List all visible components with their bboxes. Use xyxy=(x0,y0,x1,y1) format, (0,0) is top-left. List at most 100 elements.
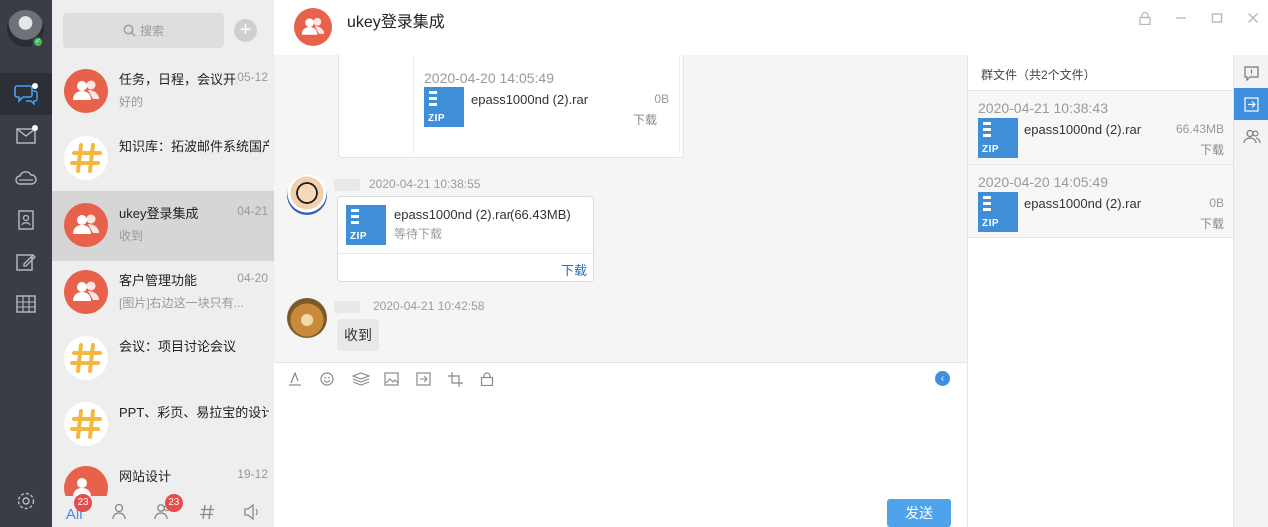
tab-all[interactable]: All 23 xyxy=(52,494,96,527)
lock-button[interactable] xyxy=(1135,8,1155,28)
search-input[interactable]: 搜索 xyxy=(63,13,224,48)
hash-icon xyxy=(70,409,102,439)
screenshot-button[interactable] xyxy=(448,371,480,387)
download-link[interactable]: 下载 xyxy=(561,260,587,279)
send-button[interactable]: 发送 xyxy=(887,499,951,527)
tab-group-files[interactable] xyxy=(1234,88,1268,120)
conversation-name: 客户管理功能 xyxy=(119,273,198,288)
message-list[interactable]: 2020-04-20 14:05:49 ZIP epass1000nd (2).… xyxy=(274,55,967,362)
group-avatar xyxy=(64,69,108,113)
unread-badge: 23 xyxy=(74,494,92,512)
send-file-icon xyxy=(416,372,431,386)
conversation-item[interactable]: 网站设计 19-12 xyxy=(52,454,274,496)
image-button[interactable] xyxy=(384,371,416,387)
conversation-item[interactable]: 知识库：拓波邮件系统国产化 xyxy=(52,124,274,194)
group-avatar xyxy=(64,203,108,247)
table-icon xyxy=(16,295,36,313)
image-icon xyxy=(384,372,399,386)
secure-message-button[interactable] xyxy=(480,371,512,387)
unread-dot xyxy=(32,83,38,89)
group-avatar xyxy=(64,466,108,496)
comment-icon xyxy=(1244,65,1259,81)
conversation-item[interactable]: 会议：项目讨论会议 xyxy=(52,324,274,394)
conversation-item[interactable]: PPT、彩页、易拉宝的设计与 xyxy=(52,390,274,460)
conversation-preview: 收到 xyxy=(119,229,144,243)
conversation-item[interactable]: 任务，日程，会议开发 05-12 好的 xyxy=(52,57,274,127)
nav-table[interactable] xyxy=(0,283,52,325)
compose-toolbar xyxy=(288,371,512,387)
file-name: epass1000nd (2).rar xyxy=(394,207,512,222)
conversation-name: 会议：项目讨论会议 xyxy=(119,339,237,354)
conversation-item-selected[interactable]: ukey登录集成 04-21 收到 xyxy=(52,191,274,261)
topic-avatar xyxy=(64,402,108,446)
online-status-icon: ✓ xyxy=(32,36,44,48)
download-link[interactable]: 下载 xyxy=(1200,141,1224,158)
forwarded-time: 2020-04-20 14:05:49 xyxy=(424,70,554,86)
minimize-button[interactable] xyxy=(1171,8,1191,28)
tab-people[interactable] xyxy=(96,496,140,527)
conversation-name: ukey登录集成 xyxy=(119,206,199,221)
collapse-panel-button[interactable]: ‹ xyxy=(935,371,950,386)
conversation-preview: 好的 xyxy=(119,95,144,109)
conversation-name: 网站设计 xyxy=(119,469,172,484)
maximize-icon xyxy=(1211,13,1223,23)
font-icon xyxy=(289,372,301,386)
sender-avatar[interactable] xyxy=(287,175,327,215)
conversation-item[interactable]: 客户管理功能 04-20 [图片]右边这一块只有... xyxy=(52,258,274,328)
add-conversation-button[interactable]: + xyxy=(234,19,257,42)
emoji-button[interactable] xyxy=(320,371,352,387)
compose-area[interactable]: ‹ 发送 xyxy=(274,362,967,527)
conversation-time: 19-12 xyxy=(237,467,268,481)
topic-avatar xyxy=(64,136,108,180)
chevron-left-icon: ‹ xyxy=(940,373,945,384)
nav-contacts[interactable] xyxy=(0,199,52,241)
gear-icon xyxy=(17,492,35,510)
group-avatar xyxy=(64,270,108,314)
forwarded-record-card[interactable]: 2020-04-20 14:05:49 ZIP epass1000nd (2).… xyxy=(338,55,684,158)
hash-icon xyxy=(70,143,102,173)
font-button[interactable] xyxy=(288,371,320,387)
sender-name-blurred xyxy=(334,301,360,313)
close-button[interactable] xyxy=(1243,8,1263,28)
text-message: 收到 xyxy=(337,319,379,351)
conversation-time: 04-21 xyxy=(237,204,268,218)
file-name: epass1000nd (2).rar xyxy=(471,92,589,107)
message-time: 2020-04-21 10:38:55 xyxy=(369,177,481,191)
unread-badge: 23 xyxy=(164,494,183,512)
nav-settings[interactable] xyxy=(0,480,52,522)
sender-avatar[interactable] xyxy=(287,298,327,338)
tab-announcements[interactable] xyxy=(230,496,274,527)
contacts-book-icon xyxy=(18,210,34,230)
divider xyxy=(338,253,593,254)
file-list-item[interactable]: 2020-04-20 14:05:49 ZIP epass1000nd (2).… xyxy=(968,164,1234,238)
tab-announcement[interactable] xyxy=(1234,57,1268,89)
nav-notes[interactable] xyxy=(0,241,52,283)
message-time: 2020-04-21 10:42:58 xyxy=(373,299,485,313)
hash-outline-icon xyxy=(200,504,215,519)
nav-mail[interactable] xyxy=(0,115,52,157)
side-panel-tabs xyxy=(1233,55,1268,527)
chat-avatar[interactable] xyxy=(294,8,332,46)
stickers-button[interactable] xyxy=(352,371,384,387)
members-icon xyxy=(1242,129,1261,143)
download-link[interactable]: 下载 xyxy=(1200,215,1224,232)
download-link[interactable]: 下载 xyxy=(633,111,657,128)
tab-topics[interactable] xyxy=(185,496,229,527)
file-message[interactable]: ZIP epass1000nd (2).rar (66.43MB) 等待下载 下… xyxy=(337,196,594,282)
chat-header: ukey登录集成 xyxy=(274,0,1268,55)
conversation-name: PPT、彩页、易拉宝的设计与 xyxy=(119,405,269,420)
hash-icon xyxy=(70,343,102,373)
search-icon xyxy=(123,24,136,37)
nav-cloud[interactable] xyxy=(0,157,52,199)
speaker-icon xyxy=(244,503,258,520)
conversation-time: 05-12 xyxy=(237,70,268,84)
file-time: 2020-04-21 10:38:43 xyxy=(978,100,1108,116)
file-status: 等待下载 xyxy=(394,227,443,241)
group-icon xyxy=(73,80,99,100)
maximize-button[interactable] xyxy=(1207,8,1227,28)
tab-members[interactable] xyxy=(1234,120,1268,152)
send-file-button[interactable] xyxy=(416,371,448,387)
tab-groups[interactable]: 23 xyxy=(141,494,185,527)
nav-messages[interactable] xyxy=(0,73,52,115)
file-list-item[interactable]: 2020-04-21 10:38:43 ZIP epass1000nd (2).… xyxy=(968,90,1234,164)
